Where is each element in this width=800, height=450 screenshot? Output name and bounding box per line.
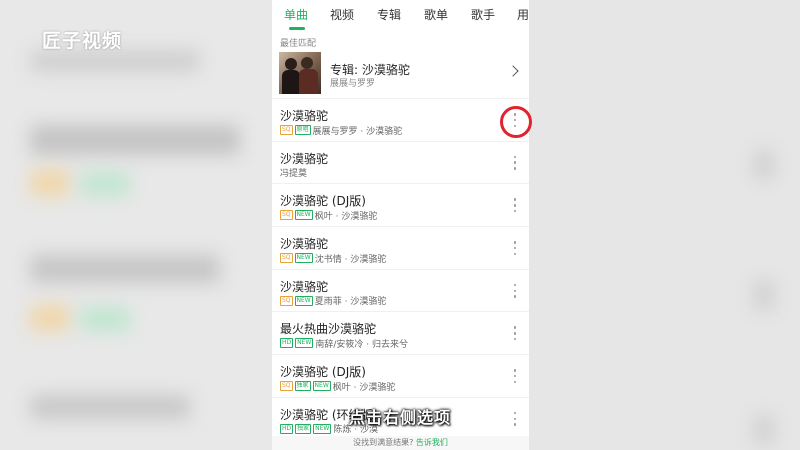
quality-badge: SQ (280, 125, 293, 135)
tab-singles[interactable]: 单曲 (284, 6, 308, 23)
tab-playlists[interactable]: 歌单 (424, 6, 448, 23)
search-results-screen: 单曲 视频 专辑 歌单 歌手 用 最佳匹配 专辑: 沙漠骆驼 展展与罗罗 沙漠骆… (272, 0, 529, 450)
song-row[interactable]: 沙漠骆驼 SQ NEW 沈书情 · 沙漠骆驼 (272, 226, 529, 269)
album-cover-image (279, 52, 321, 94)
chevron-right-icon (507, 65, 519, 77)
quality-badge: 独家 (294, 381, 311, 392)
song-artist: 冯提莫 (280, 169, 308, 180)
song-artist: 展展与罗罗 · 沙漠骆驼 (312, 126, 403, 137)
song-row[interactable]: 最火热曲沙漠骆驼 HD NEW 南辞/安筱冷 · 归去来兮 (272, 311, 529, 354)
quality-badge: SQ (280, 210, 293, 221)
quality-badge: NEW (312, 381, 331, 392)
song-row[interactable]: 沙漠骆驼 冯提莫 (272, 140, 529, 184)
song-row[interactable]: 沙漠骆驼 SQ 原唱 展展与罗罗 · 沙漠骆驼 (272, 98, 529, 141)
more-options-icon[interactable] (509, 282, 521, 300)
more-options-icon[interactable] (509, 154, 521, 172)
tab-albums[interactable]: 专辑 (377, 6, 401, 23)
quality-badge: SQ (280, 381, 293, 392)
feedback-link[interactable]: 告诉我们 (416, 438, 448, 447)
song-artist: 南辞/安筱冷 · 归去来兮 (315, 339, 408, 350)
feedback-question: 没找到满意结果? (353, 438, 414, 447)
feedback-bar: 没找到满意结果? 告诉我们 (272, 436, 529, 450)
quality-badge: SQ (280, 295, 293, 306)
song-meta: SQ 独家 NEW 枫叶 · 沙漠骆驼 (280, 380, 396, 393)
song-title: 最火热曲沙漠骆驼 (280, 322, 377, 337)
album-artist: 展展与罗罗 (330, 79, 376, 89)
song-row[interactable]: 沙漠骆驼 SQ NEW 夏雨菲 · 沙漠骆驼 (272, 268, 529, 312)
song-row[interactable]: 沙漠骆驼 (DJ版) SQ 独家 NEW 枫叶 · 沙漠骆驼 (272, 354, 529, 397)
quality-badge: NEW (295, 338, 314, 349)
song-meta: SQ NEW 夏雨菲 · 沙漠骆驼 (280, 295, 386, 307)
tab-users[interactable]: 用 (517, 6, 529, 23)
more-options-icon[interactable] (509, 111, 521, 129)
song-title: 沙漠骆驼 (280, 279, 329, 294)
blurred-background-right (529, 0, 800, 450)
best-match-album[interactable]: 专辑: 沙漠骆驼 展展与罗罗 (272, 50, 529, 98)
song-title: 沙漠骆驼 (DJ版) (280, 365, 366, 380)
song-artist: 枫叶 · 沙漠骆驼 (332, 382, 396, 393)
song-artist: 枫叶 · 沙漠骆驼 (314, 211, 378, 222)
active-tab-indicator (289, 27, 305, 30)
song-meta: SQ 原唱 展展与罗罗 · 沙漠骆驼 (280, 124, 403, 137)
song-meta: SQ NEW 枫叶 · 沙漠骆驼 (280, 209, 378, 222)
result-type-tabs: 单曲 视频 专辑 歌单 歌手 用 (272, 0, 529, 30)
song-artist: 夏雨菲 · 沙漠骆驼 (314, 297, 387, 308)
quality-badge: 原唱 (294, 125, 311, 135)
song-list: 沙漠骆驼 SQ 原唱 展展与罗罗 · 沙漠骆驼 沙漠骆驼 冯提莫 沙漠骆驼 (DJ版) SQ N… (272, 98, 529, 440)
song-title: 沙漠骆驼 (DJ版) (280, 194, 366, 209)
quality-badge: SQ (280, 253, 293, 264)
song-title: 沙漠骆驼 (280, 151, 329, 166)
more-options-icon[interactable] (509, 367, 521, 385)
tab-artists[interactable]: 歌手 (471, 6, 495, 23)
quality-badge: HD (280, 338, 294, 349)
song-meta: SQ NEW 沈书情 · 沙漠骆驼 (280, 252, 387, 265)
more-options-icon[interactable] (509, 196, 521, 214)
song-row[interactable]: 沙漠骆驼 (DJ版) SQ NEW 枫叶 · 沙漠骆驼 (272, 183, 529, 226)
more-options-icon[interactable] (509, 239, 521, 257)
best-match-label: 最佳匹配 (280, 39, 317, 49)
song-title: 沙漠骆驼 (280, 109, 329, 123)
song-artist: 沈书情 · 沙漠骆驼 (314, 254, 387, 265)
more-options-icon[interactable] (509, 324, 521, 342)
song-meta: HD NEW 南辞/安筱冷 · 归去来兮 (280, 337, 408, 350)
song-title: 沙漠骆驼 (280, 237, 329, 252)
song-meta: 冯提莫 (280, 167, 307, 179)
blurred-background-left (0, 0, 272, 450)
video-subtitle: 点击右侧选项 (348, 408, 451, 427)
tab-videos[interactable]: 视频 (330, 6, 354, 23)
quality-badge: NEW (294, 253, 313, 264)
quality-badge: NEW (294, 210, 313, 221)
quality-badge: NEW (294, 295, 313, 306)
watermark-logo: 匠子视频 (42, 30, 123, 52)
